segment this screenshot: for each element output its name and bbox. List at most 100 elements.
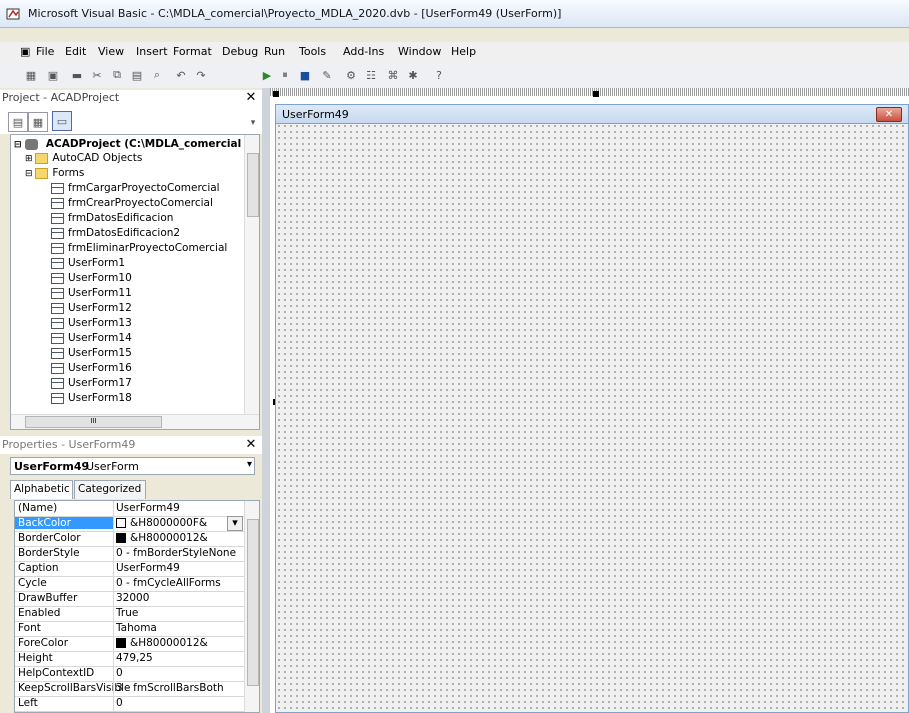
chevron-down-icon[interactable]: ▾	[244, 114, 262, 132]
design-mode-icon[interactable]: ✎	[318, 66, 336, 84]
property-row[interactable]: ForeColor &H80000012&	[15, 636, 247, 652]
panel-splitter[interactable]	[262, 88, 270, 713]
property-row[interactable]: (Name) UserForm49	[15, 501, 247, 517]
menu-debug[interactable]: Debug	[222, 45, 258, 58]
userform-canvas[interactable]	[275, 104, 909, 713]
help-icon[interactable]: ?	[430, 66, 448, 84]
expand-icon[interactable]: ⊞	[25, 154, 35, 164]
save-icon[interactable]: ▬	[68, 66, 86, 84]
property-value[interactable]: 0 - fmBorderStyleNone	[116, 547, 236, 559]
tree-item-form[interactable]: UserForm18	[51, 392, 132, 407]
menu-help[interactable]: Help	[451, 45, 476, 58]
toggle-folders-icon[interactable]: ▭	[52, 111, 72, 131]
tree-item-form[interactable]: UserForm11	[51, 287, 132, 302]
property-value[interactable]: 32000	[116, 592, 149, 604]
tree-item-form[interactable]: frmCrearProyectoComercial	[51, 197, 213, 212]
menu-tools[interactable]: Tools	[299, 45, 326, 58]
property-row[interactable]: Caption UserForm49	[15, 561, 247, 577]
project-explorer-icon[interactable]: ⚙	[342, 66, 360, 84]
menu-view[interactable]: View	[98, 45, 124, 58]
paste-icon[interactable]: ▤	[128, 66, 146, 84]
property-value[interactable]: True	[116, 607, 138, 619]
tree-item-form[interactable]: frmDatosEdificacion	[51, 212, 173, 227]
property-row[interactable]: Enabled True	[15, 606, 247, 622]
property-value[interactable]: 0	[116, 697, 123, 709]
tree-item-form[interactable]: UserForm10	[51, 272, 132, 287]
menu-add-ins[interactable]: Add-Ins	[343, 45, 384, 58]
close-properties-icon[interactable]: ✕	[244, 438, 258, 452]
chevron-down-icon[interactable]: ▾	[247, 459, 252, 470]
tree-item-folder[interactable]: ⊟ Forms	[25, 167, 84, 182]
tree-item-form[interactable]: frmEliminarProyectoComercial	[51, 242, 227, 257]
collapse-icon[interactable]: ⊟	[25, 169, 35, 179]
close-project-explorer-icon[interactable]: ✕	[244, 91, 258, 105]
property-value[interactable]: &H80000012&	[116, 637, 208, 649]
tree-item-folder[interactable]: ⊞ AutoCAD Objects	[25, 152, 142, 167]
cut-icon[interactable]: ✂	[88, 66, 106, 84]
title-bar[interactable]: Microsoft Visual Basic - C:\MDLA_comerci…	[0, 0, 909, 28]
property-value[interactable]: 0	[116, 667, 123, 679]
tree-item-form[interactable]: UserForm14	[51, 332, 132, 347]
tree-scroll-thumb[interactable]	[247, 153, 259, 217]
menu-format[interactable]: Format	[173, 45, 212, 58]
object-browser-icon[interactable]: ⌘	[384, 66, 402, 84]
property-row[interactable]: KeepScrollBarsVisible 3 - fmScrollBarsBot…	[15, 681, 247, 697]
property-value[interactable]: &H80000012&	[116, 532, 208, 544]
menu-edit[interactable]: Edit	[65, 45, 86, 58]
property-row[interactable]: HelpContextID 0	[15, 666, 247, 682]
tree-item-form[interactable]: UserForm17	[51, 377, 132, 392]
tree-item-form[interactable]: frmCargarProyectoComercial	[51, 182, 220, 197]
property-row[interactable]: BackColor &H8000000F& ▾	[15, 516, 247, 532]
tree-item-form[interactable]: UserForm15	[51, 347, 132, 362]
property-value[interactable]: Tahoma	[116, 622, 157, 634]
property-value[interactable]: UserForm49	[116, 562, 180, 574]
properties-icon[interactable]: ☷	[362, 66, 380, 84]
property-row[interactable]: Cycle 0 - fmCycleAllForms	[15, 576, 247, 592]
resize-handle-top-center[interactable]	[593, 91, 599, 97]
tree-horizontal-scrollbar[interactable]: III	[11, 414, 259, 429]
menu-file[interactable]: File	[36, 45, 54, 58]
tree-vertical-scrollbar[interactable]	[244, 135, 259, 429]
property-row[interactable]: BorderColor &H80000012&	[15, 531, 247, 547]
menu-run[interactable]: Run	[264, 45, 285, 58]
property-value[interactable]: &H8000000F&	[116, 517, 207, 529]
properties-scroll-thumb[interactable]	[247, 519, 259, 686]
menu-insert[interactable]: Insert	[136, 45, 168, 58]
undo-icon[interactable]: ↶	[172, 66, 190, 84]
tree-item-form[interactable]: UserForm1	[51, 257, 125, 272]
property-row[interactable]: Height 479,25	[15, 651, 247, 667]
view-code-icon[interactable]: ▤	[8, 112, 28, 132]
view-host-icon[interactable]: ▦	[22, 66, 40, 84]
property-row[interactable]: Font Tahoma	[15, 621, 247, 637]
property-row[interactable]: DrawBuffer 32000	[15, 591, 247, 607]
resize-handle-top-left[interactable]	[273, 91, 279, 97]
property-value[interactable]: 0 - fmCycleAllForms	[116, 577, 221, 589]
tree-hscroll-thumb[interactable]: III	[25, 416, 162, 428]
break-icon[interactable]: ⏸	[276, 66, 294, 84]
tree-item-form[interactable]: UserForm16	[51, 362, 132, 377]
find-icon[interactable]: ⌕	[148, 66, 166, 84]
property-value[interactable]: 479,25	[116, 652, 153, 664]
vba-system-menu-icon[interactable]: ▣	[20, 45, 30, 58]
redo-icon[interactable]: ↷	[192, 66, 210, 84]
object-selector[interactable]: UserForm49 UserForm ▾	[10, 457, 255, 475]
property-value[interactable]: UserForm49	[116, 502, 180, 514]
tree-root[interactable]: ⊟ ACADProject (C:\MDLA_comercial	[14, 138, 241, 153]
tree-item-form[interactable]: UserForm13	[51, 317, 132, 332]
view-object-icon[interactable]: ▦	[28, 112, 48, 132]
reset-icon[interactable]: ■	[296, 66, 314, 84]
properties-scrollbar[interactable]	[244, 501, 259, 712]
chevron-down-icon[interactable]: ▾	[227, 516, 243, 531]
tab-alphabetic[interactable]: Alphabetic	[10, 480, 73, 499]
property-row[interactable]: Left 0	[15, 696, 247, 712]
run-icon[interactable]: ▶	[258, 66, 276, 84]
tree-item-form[interactable]: frmDatosEdificacion2	[51, 227, 180, 242]
toolbox-icon[interactable]: ✱	[404, 66, 422, 84]
tab-categorized[interactable]: Categorized	[74, 480, 146, 499]
property-value[interactable]: 3 - fmScrollBarsBoth	[116, 682, 224, 694]
tree-item-form[interactable]: UserForm12	[51, 302, 132, 317]
insert-userform-icon[interactable]: ▣	[44, 66, 62, 84]
menu-window[interactable]: Window	[398, 45, 441, 58]
userform-close-icon[interactable]: ✕	[876, 107, 902, 122]
copy-icon[interactable]: ⧉	[108, 66, 126, 84]
